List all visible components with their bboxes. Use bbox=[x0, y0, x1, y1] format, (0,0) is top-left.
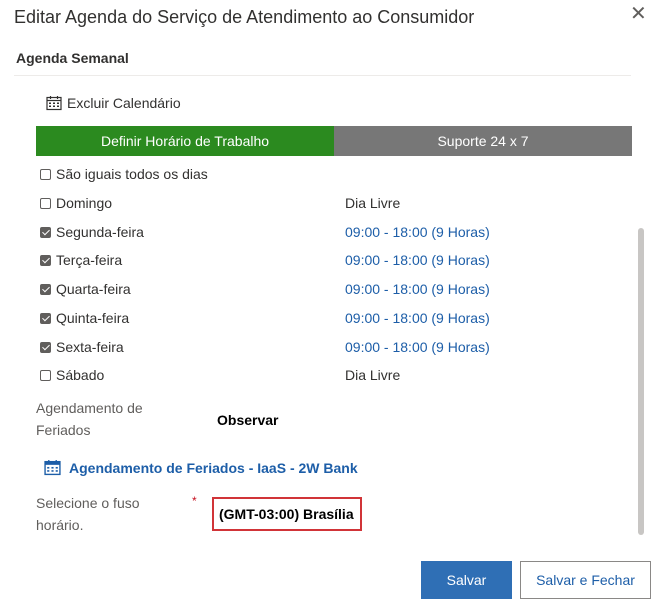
day-row-tuesday: Terça-feira bbox=[40, 250, 122, 270]
same-all-days-row: São iguais todos os dias bbox=[40, 164, 208, 184]
day-row-wednesday: Quarta-feira bbox=[40, 279, 131, 299]
calendar-icon bbox=[44, 460, 61, 476]
holiday-schedule-link[interactable]: Agendamento de Feriados - IaaS - 2W Bank bbox=[44, 459, 358, 476]
tab-support-24x7[interactable]: Suporte 24 x 7 bbox=[334, 126, 632, 156]
day-row-monday: Segunda-feira bbox=[40, 222, 144, 242]
day-hours-thursday[interactable]: 09:00 - 18:00 (9 Horas) bbox=[345, 308, 490, 328]
day-hours-monday[interactable]: 09:00 - 18:00 (9 Horas) bbox=[345, 222, 490, 242]
day-label: Terça-feira bbox=[56, 252, 123, 268]
calendar-icon bbox=[46, 96, 62, 111]
timezone-label: Selecione o fuso horário. bbox=[36, 495, 140, 533]
tuesday-checkbox[interactable] bbox=[40, 254, 51, 266]
day-row-friday: Sexta-feira bbox=[40, 337, 124, 357]
thursday-checkbox[interactable] bbox=[40, 312, 51, 324]
section-title: Agenda Semanal bbox=[16, 50, 129, 66]
dialog-title: Editar Agenda do Serviço de Atendimento … bbox=[14, 7, 475, 27]
day-label: Sábado bbox=[56, 367, 105, 383]
exclude-calendar-label: Excluir Calendário bbox=[67, 95, 181, 111]
saturday-checkbox[interactable] bbox=[40, 369, 51, 381]
day-label: Domingo bbox=[56, 195, 113, 211]
same-all-days-label: São iguais todos os dias bbox=[56, 166, 208, 182]
sunday-checkbox[interactable] bbox=[40, 197, 51, 209]
tab-bar: Definir Horário de Trabalho Suporte 24 x… bbox=[36, 126, 632, 156]
day-row-sunday: Domingo bbox=[40, 193, 112, 213]
day-label: Sexta-feira bbox=[56, 339, 124, 355]
day-hours-friday[interactable]: 09:00 - 18:00 (9 Horas) bbox=[345, 337, 490, 357]
tab-working-hours[interactable]: Definir Horário de Trabalho bbox=[36, 126, 334, 156]
wednesday-checkbox[interactable] bbox=[40, 283, 51, 295]
holiday-schedule-link-text: Agendamento de Feriados - IaaS - 2W Bank bbox=[69, 459, 358, 476]
day-label: Quinta-feira bbox=[56, 310, 130, 326]
holiday-schedule-value[interactable]: Observar bbox=[217, 412, 278, 428]
day-hours-saturday: Dia Livre bbox=[345, 367, 401, 383]
required-mark: * bbox=[192, 494, 197, 508]
save-close-button[interactable]: Salvar e Fechar bbox=[520, 561, 651, 599]
scrollbar[interactable] bbox=[638, 228, 644, 535]
timezone-field[interactable]: (GMT-03:00) Brasília bbox=[212, 497, 362, 531]
monday-checkbox[interactable] bbox=[40, 226, 51, 238]
day-hours-tuesday[interactable]: 09:00 - 18:00 (9 Horas) bbox=[345, 250, 490, 270]
same-all-days-checkbox[interactable] bbox=[40, 168, 51, 180]
holiday-schedule-label: Agendamento de Feriados bbox=[36, 400, 143, 438]
day-label: Segunda-feira bbox=[56, 224, 144, 240]
day-hours-sunday: Dia Livre bbox=[345, 195, 401, 211]
day-hours-wednesday[interactable]: 09:00 - 18:00 (9 Horas) bbox=[345, 279, 490, 299]
day-row-thursday: Quinta-feira bbox=[40, 308, 129, 328]
save-button[interactable]: Salvar bbox=[421, 561, 512, 599]
day-row-saturday: Sábado bbox=[40, 365, 104, 385]
friday-checkbox[interactable] bbox=[40, 341, 51, 353]
day-label: Quarta-feira bbox=[56, 281, 131, 297]
exclude-calendar-button[interactable]: Excluir Calendário bbox=[46, 95, 181, 111]
close-icon[interactable]: ✕ bbox=[630, 4, 647, 24]
divider bbox=[14, 75, 631, 76]
